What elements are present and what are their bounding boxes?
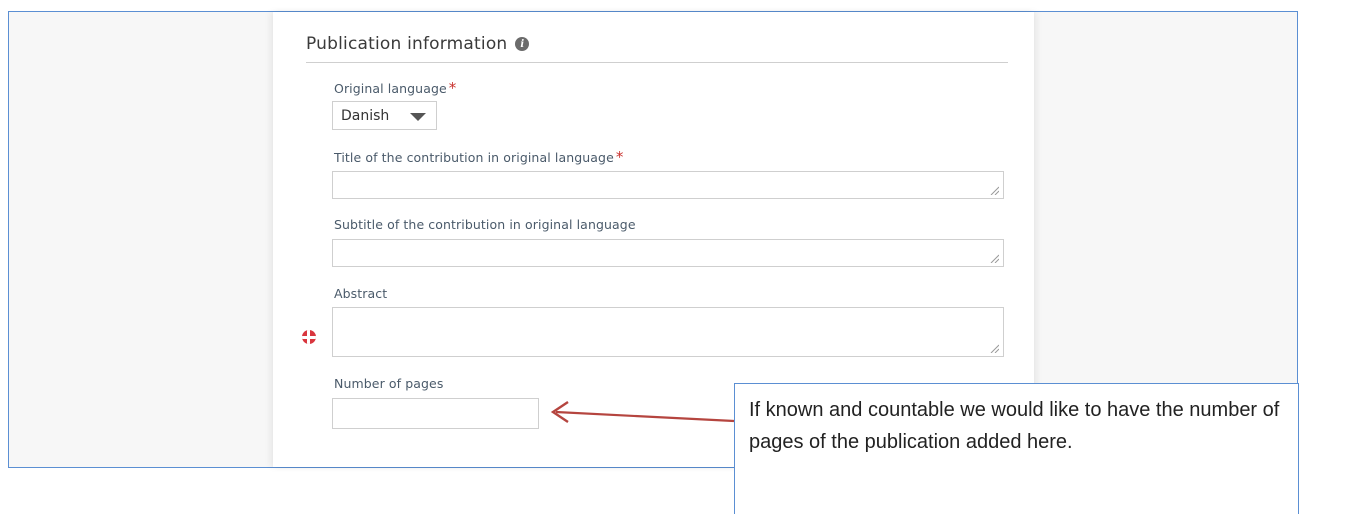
annotation-callout: If known and countable we would like to … bbox=[734, 383, 1299, 514]
callout-text: If known and countable we would like to … bbox=[749, 399, 1280, 453]
